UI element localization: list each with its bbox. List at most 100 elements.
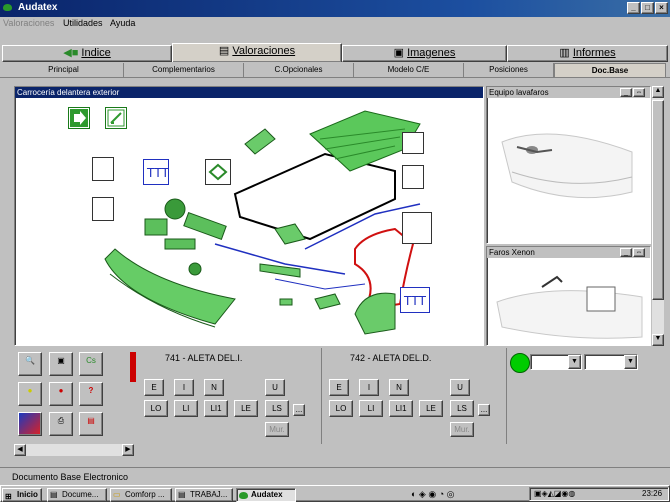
dropdown-2[interactable]: ▼ <box>584 354 638 370</box>
task-trabaj[interactable]: ▤ TRABAJ... <box>175 488 233 502</box>
window-title: Audatex <box>18 2 58 13</box>
subtab-docbase[interactable]: Doc.Base <box>554 63 666 77</box>
tab-indice[interactable]: ◀■ Indice <box>2 45 172 62</box>
help-icon[interactable]: ? <box>79 382 103 406</box>
part-label-box[interactable] <box>92 197 114 221</box>
maximize-button[interactable]: □ <box>641 2 654 14</box>
taskbar: ⊞ Inicio ▤ Docume... ▭ Comforp ... ▤ TRA… <box>0 485 670 502</box>
chart-icon[interactable] <box>18 412 42 436</box>
part-left-u-button[interactable]: U <box>265 379 285 396</box>
tray-icons[interactable]: ▣◈◭◪◉◍ <box>534 489 575 498</box>
scroll-down-button[interactable]: ▼ <box>652 334 664 346</box>
folder-icon: ▭ <box>113 490 121 499</box>
minimize-button[interactable]: _ <box>627 2 640 14</box>
part-right-le-button[interactable]: LE <box>419 400 443 417</box>
part-right-e-button[interactable]: E <box>329 379 349 396</box>
part-left-ls-button[interactable]: LS <box>265 400 289 417</box>
xenon-image <box>496 275 643 339</box>
document-icon[interactable]: ▤ <box>79 412 103 436</box>
tool-palette: 🔍 ▣ Cs ● ● ? ⎙ ▤ ◀ ▶ <box>14 348 136 462</box>
panel-expand-button[interactable]: ⇔ <box>633 88 645 97</box>
task-docume[interactable]: ▤ Docume... <box>47 488 107 502</box>
right-scrollbar[interactable]: ▲ ▼ <box>652 86 664 346</box>
scroll-up-button[interactable]: ▲ <box>652 86 664 98</box>
diagram-title: Carrocería delantera exterior <box>15 87 483 98</box>
camera-icon[interactable]: ▣ <box>49 352 73 376</box>
task-docume-label: Docume... <box>62 490 99 499</box>
app-logo-icon <box>3 3 12 14</box>
menu-ayuda[interactable]: Ayuda <box>110 18 135 28</box>
svg-text:ΤΤΤ: ΤΤΤ <box>146 166 168 180</box>
zoom-icon[interactable]: 🔍 <box>18 352 42 376</box>
tab-informes[interactable]: ▥ Informes <box>507 45 668 62</box>
tab-imagenes[interactable]: ▣ Imagenes <box>342 45 507 62</box>
part-label-box[interactable] <box>402 132 424 154</box>
task-comforp[interactable]: ▭ Comforp ... <box>110 488 172 502</box>
palette-scrollbar[interactable]: ◀ ▶ <box>14 444 134 456</box>
part-right-li-button[interactable]: LI <box>359 400 383 417</box>
subtab-posiciones[interactable]: Posiciones <box>464 63 554 77</box>
diagram-panel: Carrocería delantera exterior ΤΤΤ ΤΤΤ <box>14 86 484 346</box>
lightbulb-icon[interactable]: ● <box>18 382 42 406</box>
tab-valoraciones[interactable]: ▤ Valoraciones <box>172 43 342 62</box>
note-box <box>402 212 432 244</box>
part-title-left: 741 - ALETA DEL.I. <box>165 353 243 363</box>
clip-parts-icon[interactable]: ΤΤΤ <box>400 287 430 313</box>
part-left-li1-button[interactable]: LI1 <box>204 400 228 417</box>
start-button[interactable]: ⊞ Inicio <box>2 488 42 502</box>
part-label-box[interactable] <box>402 165 424 189</box>
windows-logo-icon: ⊞ <box>5 492 12 501</box>
status-bar: Documento Base Electronico <box>0 467 670 484</box>
red-marker <box>130 352 136 382</box>
chevron-down-icon[interactable]: ▼ <box>568 355 581 369</box>
subtab-modelo[interactable]: Modelo C/E <box>354 63 464 77</box>
menu-valoraciones[interactable]: Valoraciones <box>3 18 54 28</box>
scroll-right-button[interactable]: ▶ <box>122 444 134 456</box>
part-right-n-button[interactable]: N <box>389 379 409 396</box>
quicklaunch-icons[interactable]: ◐ ◈ ◉ ◔ ◎ <box>411 489 455 500</box>
part-left-le-button[interactable]: LE <box>234 400 258 417</box>
title-bar: Audatex _ □ × <box>0 0 670 17</box>
task-audatex[interactable]: Audatex <box>236 488 296 502</box>
part-left-i-button[interactable]: I <box>174 379 194 396</box>
part-label-box[interactable] <box>92 157 114 181</box>
subtab-opcionales[interactable]: C.Opcionales <box>244 63 354 77</box>
chevron-down-icon[interactable]: ▼ <box>624 355 637 369</box>
menu-utilidades[interactable]: Utilidades <box>63 18 103 28</box>
part-right-li1-button[interactable]: LI1 <box>389 400 413 417</box>
part-left-lo-button[interactable]: LO <box>144 400 168 417</box>
task-trabaj-label: TRABAJ... <box>190 490 228 499</box>
part-left-li-button[interactable]: LI <box>174 400 198 417</box>
panel-minimize-button[interactable]: _ <box>620 248 632 257</box>
images-icon: ▣ <box>393 47 405 59</box>
part-right-u-button[interactable]: U <box>450 379 470 396</box>
dropdown-1[interactable]: ▼ <box>530 354 582 370</box>
close-button[interactable]: × <box>655 2 668 14</box>
main-tabs: ◀■ Indice ▤ Valoraciones ▣ Imagenes ▥ In… <box>0 32 670 62</box>
diamond-part-icon[interactable] <box>205 159 231 185</box>
part-right-mur-button[interactable]: Mur. <box>450 422 474 437</box>
part-right-more-button[interactable]: ... <box>478 404 490 416</box>
part-panel-left: 741 - ALETA DEL.I. E I N U LO LI LI1 LE … <box>140 348 322 444</box>
subtab-principal[interactable]: Principal <box>4 63 124 77</box>
part-right-ls-button[interactable]: LS <box>450 400 474 417</box>
panel-expand-button[interactable]: ⇔ <box>633 248 645 257</box>
audatex-icon <box>239 491 248 501</box>
scroll-thumb[interactable] <box>652 100 664 300</box>
part-left-mur-button[interactable]: Mur. <box>265 422 289 437</box>
part-left-n-button[interactable]: N <box>204 379 224 396</box>
scroll-left-button[interactable]: ◀ <box>14 444 26 456</box>
part-right-i-button[interactable]: I <box>359 379 379 396</box>
cs-icon[interactable]: Cs <box>79 352 103 376</box>
part-left-more-button[interactable]: ... <box>293 404 305 416</box>
tab-indice-label: Indice <box>81 47 111 59</box>
subtab-complementarios[interactable]: Complementarios <box>124 63 244 77</box>
part-left-e-button[interactable]: E <box>144 379 164 396</box>
stop-icon[interactable]: ● <box>49 382 73 406</box>
word-icon: ▤ <box>50 490 58 499</box>
menu-bar: Valoraciones Utilidades Ayuda <box>0 17 670 31</box>
clip-parts-icon[interactable]: ΤΤΤ <box>143 159 170 185</box>
panel-minimize-button[interactable]: _ <box>620 88 632 97</box>
part-right-lo-button[interactable]: LO <box>329 400 353 417</box>
print-icon[interactable]: ⎙ <box>49 412 73 436</box>
